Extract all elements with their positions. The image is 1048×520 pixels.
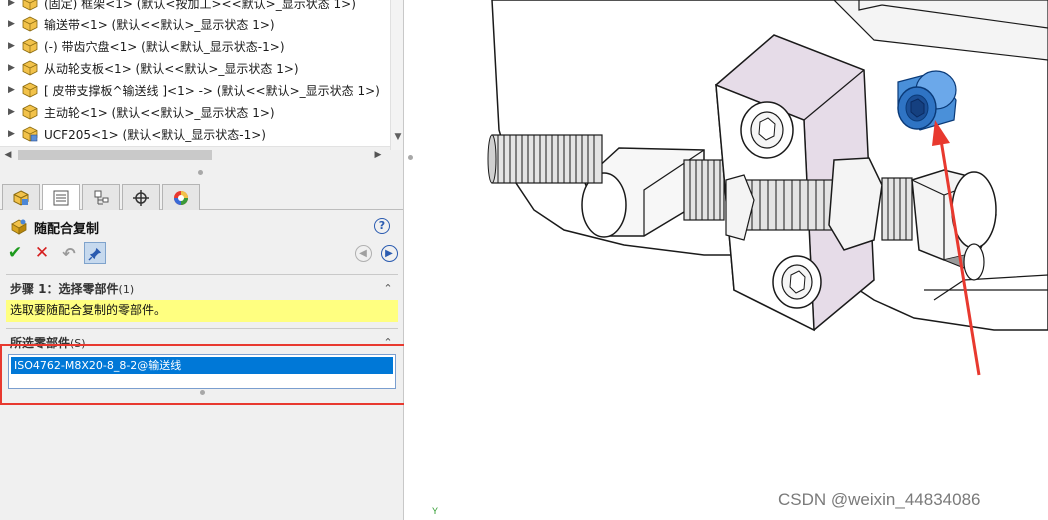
- tree-horizontal-scrollbar[interactable]: ◀ ▶: [0, 146, 390, 162]
- tree-item[interactable]: ▶ 主动轮<1> (默认<<默认>_显示状态 1>): [0, 101, 390, 123]
- display-manager-icon: [174, 190, 188, 205]
- page-title: 随配合复制: [34, 222, 100, 237]
- group-divider: [6, 328, 398, 329]
- dimxpert-manager-icon: [133, 189, 149, 206]
- scroll-right-arrow-icon[interactable]: ▶: [372, 148, 384, 162]
- splitter-handle[interactable]: [198, 170, 203, 175]
- undo-button[interactable]: ↶: [58, 242, 80, 264]
- tab-feature-manager[interactable]: [2, 184, 40, 210]
- previous-page-button[interactable]: ◀: [352, 242, 374, 264]
- tree-item-label: 从动轮支板<1> (默认<<默认>_显示状态 1>): [44, 61, 299, 76]
- group-count: (1): [118, 283, 135, 296]
- tree-item[interactable]: ▶ 从动轮支板<1> (默认<<默认>_显示状态 1>): [0, 57, 390, 79]
- watermark: CSDN @weixin_44834086: [778, 490, 981, 509]
- tree-item[interactable]: ▶ (-) 带齿穴盘<1> (默认<默认_显示状态-1>): [0, 35, 390, 57]
- expand-arrow-icon[interactable]: ▶: [8, 107, 16, 117]
- assembly-icon: [22, 126, 38, 142]
- property-manager-icon: [53, 190, 69, 205]
- tree-item-label: 输送带<1> (默认<<默认>_显示状态 1>): [44, 17, 275, 32]
- scroll-left-arrow-icon[interactable]: ◀: [2, 148, 14, 162]
- arrow-left-icon: ◀: [354, 244, 372, 262]
- configuration-manager-icon: [94, 190, 109, 204]
- tree-item-label: [ 皮带支撑板^输送线 ]<1> -> (默认<<默认>_显示状态 1>): [44, 83, 380, 98]
- group-divider: [6, 274, 398, 275]
- collapse-caret-icon[interactable]: ⌃: [382, 282, 394, 295]
- manager-tabs: [0, 182, 403, 210]
- part-icon: [22, 16, 38, 32]
- threaded-rod-middle: [683, 159, 725, 221]
- scroll-down-arrow-icon[interactable]: ▼: [391, 130, 403, 144]
- scroll-thumb[interactable]: [18, 150, 212, 160]
- expand-arrow-icon[interactable]: ▶: [8, 85, 16, 95]
- tree-item-label: (固定) 框架<1> (默认<按加工><<默认>_显示状态 1>): [44, 0, 356, 11]
- expand-arrow-icon[interactable]: ▶: [8, 0, 16, 8]
- property-manager-actions: ✔ ✕ ↶ ◀ ▶: [0, 240, 403, 266]
- part-icon: [22, 38, 38, 54]
- tree-item-label: 主动轮<1> (默认<<默认>_显示状态 1>): [44, 105, 275, 120]
- tree-item[interactable]: ▶ 输送带<1> (默认<<默认>_显示状态 1>): [0, 13, 390, 35]
- tab-property-manager[interactable]: [42, 184, 80, 210]
- next-page-button[interactable]: ▶: [378, 242, 400, 264]
- feature-tree[interactable]: ▶ (固定) 框架<1> (默认<按加工><<默认>_显示状态 1>) ▶ 输送…: [0, 0, 403, 150]
- group-title-text: 步骤 1：选择零部件: [10, 282, 119, 296]
- tree-item-label: UCF205<1> (默认<默认_显示状态-1>): [44, 127, 266, 142]
- pushpin-icon: [87, 247, 101, 261]
- copy-with-mates-icon: [11, 219, 27, 235]
- expand-arrow-icon[interactable]: ▶: [8, 63, 16, 73]
- tab-dimxpert-manager[interactable]: [122, 184, 160, 210]
- part-icon: [22, 60, 38, 76]
- expand-arrow-icon[interactable]: ▶: [8, 19, 16, 29]
- part-icon: [22, 82, 38, 98]
- model-view: [487, 0, 1048, 376]
- tab-display-manager[interactable]: [162, 184, 200, 210]
- tree-item[interactable]: ▶ [ 皮带支撑板^输送线 ]<1> -> (默认<<默认>_显示状态 1>): [0, 79, 390, 101]
- tree-item[interactable]: ▶ UCF205<1> (默认<默认_显示状态-1>): [0, 123, 390, 145]
- tree-vertical-scrollbar[interactable]: ▼: [390, 0, 403, 150]
- expand-arrow-icon[interactable]: ▶: [8, 129, 16, 139]
- axis-y-label: Y: [432, 506, 439, 516]
- threaded-rod: [487, 134, 603, 184]
- ok-button[interactable]: ✔: [4, 242, 26, 264]
- red-highlight-box: [0, 344, 416, 405]
- help-icon[interactable]: ?: [374, 218, 390, 234]
- group-title-step1: 步骤 1：选择零部件(1): [10, 280, 134, 297]
- expand-arrow-icon[interactable]: ▶: [8, 41, 16, 51]
- selected-screw[interactable]: [897, 70, 957, 131]
- cancel-button[interactable]: ✕: [31, 242, 53, 264]
- left-panel: ▶ (固定) 框架<1> (默认<按加工><<默认>_显示状态 1>) ▶ 输送…: [0, 0, 404, 520]
- part-icon: [22, 104, 38, 120]
- hex-nut: [828, 157, 883, 251]
- panel-splitter-handle[interactable]: [408, 155, 413, 160]
- step1-message: 选取要随配合复制的零部件。: [6, 300, 398, 322]
- property-manager-header: 随配合复制 ?: [0, 212, 403, 240]
- graphics-viewport[interactable]: [404, 0, 1048, 520]
- tree-item[interactable]: ▶ (固定) 框架<1> (默认<按加工><<默认>_显示状态 1>): [0, 0, 390, 14]
- tree-item-label: (-) 带齿穴盘<1> (默认<默认_显示状态-1>): [44, 39, 285, 54]
- feature-manager-icon: [13, 189, 29, 206]
- part-icon: [22, 0, 38, 11]
- pin-button[interactable]: [84, 242, 106, 264]
- tab-configuration-manager[interactable]: [82, 184, 120, 210]
- arrow-right-icon: ▶: [380, 244, 398, 262]
